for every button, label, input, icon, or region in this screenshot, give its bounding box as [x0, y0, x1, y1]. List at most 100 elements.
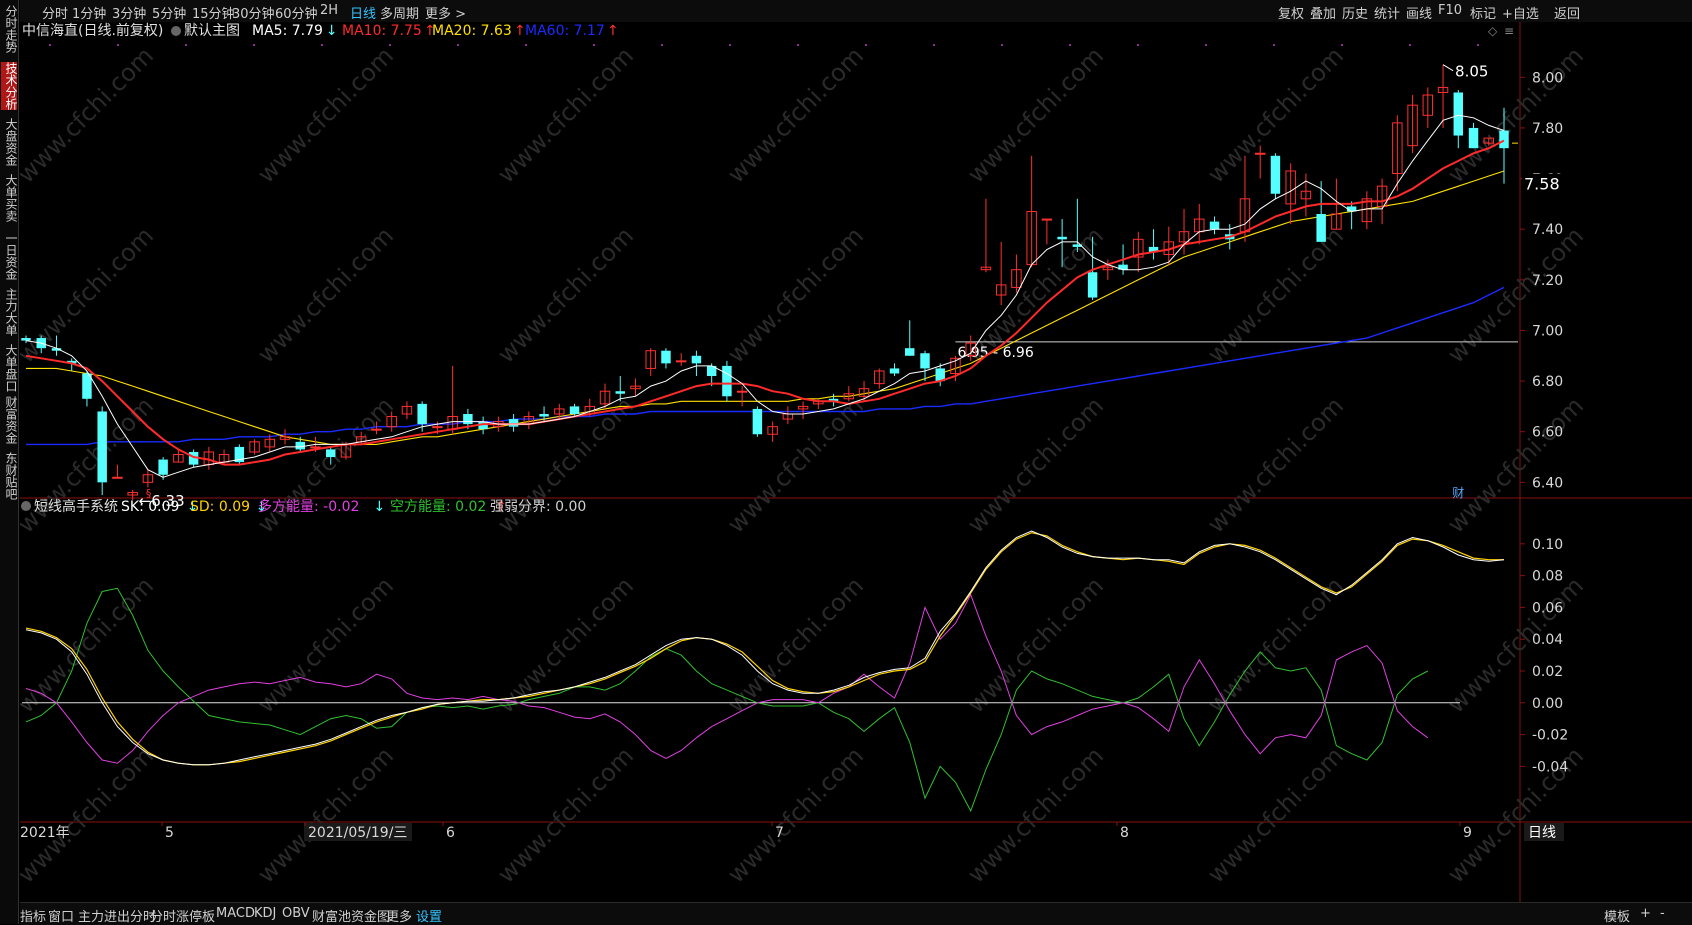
- candle-body-47: [736, 390, 748, 393]
- top-dot-5: [389, 44, 391, 46]
- ma-legend-3: MA60: 7.17: [525, 23, 605, 39]
- sub-ytick-7: -0.04: [1532, 759, 1568, 775]
- kline-chart-svg[interactable]: www.cfchi.com www.cfchi.com www.cfchi.com w…: [12, 22, 1692, 902]
- indicator-tab-3[interactable]: 分时涨停板: [150, 906, 215, 925]
- ma-legend-2: MA20: 7.63: [432, 23, 512, 39]
- indicator-tab-5[interactable]: KDJ: [254, 906, 276, 921]
- sub-legend-1: SD: 0.09: [190, 499, 250, 515]
- ma-legend-arrow-2: ↑: [514, 23, 526, 39]
- top-dot-4: [321, 44, 323, 46]
- period-8[interactable]: 日线: [350, 3, 376, 22]
- period-3[interactable]: 5分钟: [152, 3, 186, 22]
- candle-body-57: [889, 368, 900, 374]
- tool-4[interactable]: 画线: [1406, 3, 1432, 22]
- menu-icon: ≡: [1504, 24, 1514, 38]
- main-ytick-8: 6.40: [1532, 475, 1563, 491]
- top-dot-0: [49, 44, 51, 46]
- candle-body-58: [905, 348, 915, 356]
- left-tab-4[interactable]: 一日资金: [1, 232, 18, 280]
- candle-body-20: [326, 449, 336, 458]
- sub-ytick-1: 0.08: [1532, 569, 1563, 585]
- sub-ytick-3: 0.04: [1532, 632, 1563, 648]
- candle-body-78: [1209, 221, 1220, 230]
- tool-1[interactable]: 叠加: [1310, 3, 1336, 22]
- tool-7[interactable]: +自选: [1502, 3, 1539, 22]
- chart-area[interactable]: www.cfchi.com www.cfchi.com www.cfchi.com w…: [12, 22, 1692, 902]
- ma-legend-0: MA5: 7.79: [252, 23, 323, 39]
- left-tab-3[interactable]: 大单买卖: [1, 174, 18, 222]
- candle-body-36: [569, 406, 580, 414]
- indicator-tab-4[interactable]: MACD: [216, 906, 255, 921]
- sub-ytick-5: 0.00: [1532, 696, 1563, 712]
- candle-body-6: [112, 476, 123, 479]
- support-range-label: 6.95 - 6.96: [957, 345, 1033, 361]
- left-tab-0[interactable]: 分时走势: [1, 5, 18, 53]
- top-dot-3: [253, 44, 255, 46]
- period-0[interactable]: 分时: [42, 3, 68, 22]
- ma-legend-arrow-3: ↑: [607, 23, 619, 39]
- left-tab-1[interactable]: 技术分析: [1, 62, 18, 110]
- candle-body-29: [463, 413, 473, 425]
- period-5[interactable]: 30分钟: [232, 3, 275, 22]
- candle-body-95: [1468, 127, 1479, 149]
- period-9[interactable]: 多周期: [380, 3, 419, 22]
- period-6[interactable]: 60分钟: [275, 3, 318, 22]
- candle-body-26: [417, 403, 427, 425]
- main-ytick-5: 7.00: [1532, 323, 1563, 339]
- period-4[interactable]: 15分钟: [192, 3, 235, 22]
- sub-legend-arrow-2: ↓: [374, 499, 386, 515]
- candle-body-32: [508, 419, 519, 427]
- tool-0[interactable]: 复权: [1278, 3, 1304, 22]
- period-10[interactable]: 更多 >: [425, 3, 466, 22]
- sub-legend-4: 强弱分界: 0.00: [490, 499, 586, 515]
- indicator-tab-0[interactable]: 指标: [20, 906, 46, 925]
- candle-body-9: [158, 459, 168, 475]
- sub-legend-2: 多方能量: -0.02: [258, 498, 359, 515]
- xaxis-label-3: 6: [446, 825, 455, 841]
- left-tab-6[interactable]: 大单盘口: [1, 344, 18, 392]
- candle-body-82: [1270, 155, 1281, 194]
- left-tab-7[interactable]: 财富资金: [1, 396, 18, 444]
- main-ytick-7: 6.60: [1532, 425, 1563, 441]
- template-control-2[interactable]: -: [1660, 906, 1665, 921]
- tool-5[interactable]: F10: [1438, 3, 1462, 18]
- left-tab-8[interactable]: 东财贴吧: [1, 452, 18, 500]
- top-dot-15: [1069, 44, 1071, 46]
- candle-body-27: [432, 426, 443, 429]
- candle-body-44: [691, 355, 702, 364]
- template-control-1[interactable]: +: [1640, 906, 1651, 921]
- indicator-tab-8[interactable]: 更多: [386, 906, 412, 925]
- top-dot-13: [933, 44, 935, 46]
- tool-8[interactable]: 返回: [1554, 3, 1580, 22]
- top-dot-11: [797, 44, 799, 46]
- left-tab-5[interactable]: 主力大单: [1, 288, 18, 336]
- sub-settings-icon: [21, 501, 31, 511]
- indicator-tab-1[interactable]: 窗口: [48, 906, 74, 925]
- period-7[interactable]: 2H: [320, 3, 338, 18]
- main-ytick-3: 7.40: [1532, 222, 1563, 238]
- ma-legend-arrow-0: ↓: [326, 23, 338, 39]
- main-ytick-1: 7.80: [1532, 121, 1563, 137]
- top-dot-10: [729, 44, 731, 46]
- indicator-tab-2[interactable]: 主力进出分时: [78, 906, 156, 925]
- sub-ytick-6: -0.02: [1532, 728, 1568, 744]
- sub-ytick-4: 0.02: [1532, 664, 1563, 680]
- template-control-0[interactable]: 模板: [1604, 906, 1630, 925]
- tool-2[interactable]: 历史: [1342, 3, 1368, 22]
- candle-body-18: [295, 441, 305, 450]
- candle-body-42: [661, 350, 671, 364]
- indicator-tab-9[interactable]: 设置: [416, 906, 442, 925]
- indicator-tab-6[interactable]: OBV: [282, 906, 310, 921]
- period-2[interactable]: 3分钟: [112, 3, 146, 22]
- indicator-tab-7[interactable]: 财富池资金图: [312, 906, 390, 925]
- period-1[interactable]: 1分钟: [72, 3, 106, 22]
- tool-3[interactable]: 统计: [1374, 3, 1400, 22]
- left-tab-2[interactable]: 大盘资金: [1, 118, 18, 166]
- top-dot-1: [117, 44, 119, 46]
- candle-body-46: [722, 365, 732, 397]
- main-ytick-0: 8.00: [1532, 70, 1563, 86]
- candle-body-97: [1499, 130, 1509, 149]
- tool-6[interactable]: 标记: [1470, 3, 1496, 22]
- candle-body-23: [371, 428, 382, 431]
- xaxis-label-1: 5: [165, 825, 174, 841]
